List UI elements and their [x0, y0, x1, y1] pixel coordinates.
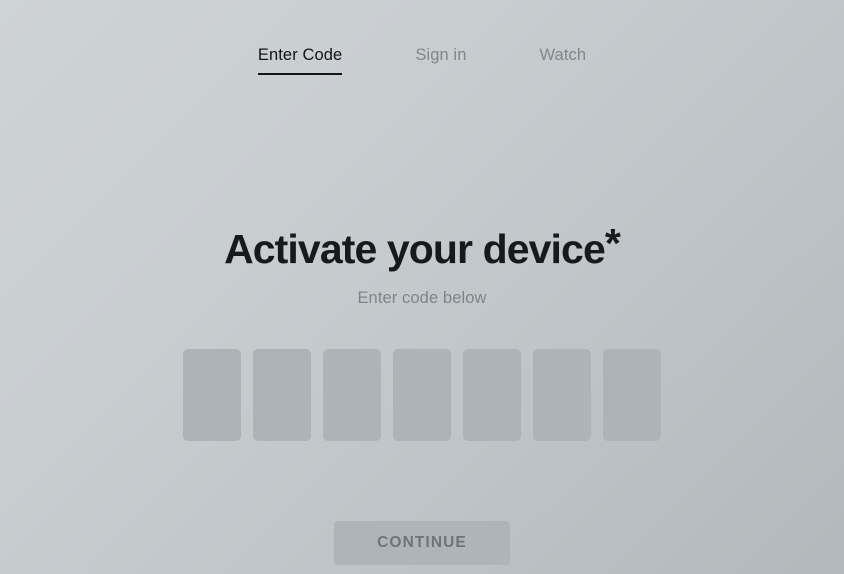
code-input-box-5[interactable] — [463, 349, 521, 441]
top-nav: Enter Code Sign in Watch — [0, 44, 844, 75]
code-input-box-3[interactable] — [323, 349, 381, 441]
continue-button-wrap: CONTINUE — [0, 521, 844, 565]
code-input-box-2[interactable] — [253, 349, 311, 441]
code-input-box-4[interactable] — [393, 349, 451, 441]
page-title-asterisk: * — [604, 220, 621, 267]
nav-item-sign-in[interactable]: Sign in — [415, 44, 466, 73]
nav-item-enter-code[interactable]: Enter Code — [257, 44, 343, 75]
code-input-box-1[interactable] — [183, 349, 241, 441]
nav-item-label: Watch — [539, 46, 587, 64]
page-subtitle: Enter code below — [357, 289, 487, 307]
continue-button[interactable]: CONTINUE — [334, 521, 510, 565]
nav-item-watch[interactable]: Watch — [539, 44, 586, 73]
page-title-text: Activate your device — [224, 226, 606, 273]
code-input-box-6[interactable] — [533, 349, 591, 441]
page-title: Activate your device* — [0, 223, 844, 274]
nav-item-label: Sign in — [415, 46, 467, 64]
nav-item-label: Enter Code — [257, 46, 343, 64]
activate-device-screen: Enter Code Sign in Watch Activate your d… — [0, 0, 844, 574]
code-input-box-7[interactable] — [603, 349, 661, 441]
code-input-group — [0, 349, 844, 441]
